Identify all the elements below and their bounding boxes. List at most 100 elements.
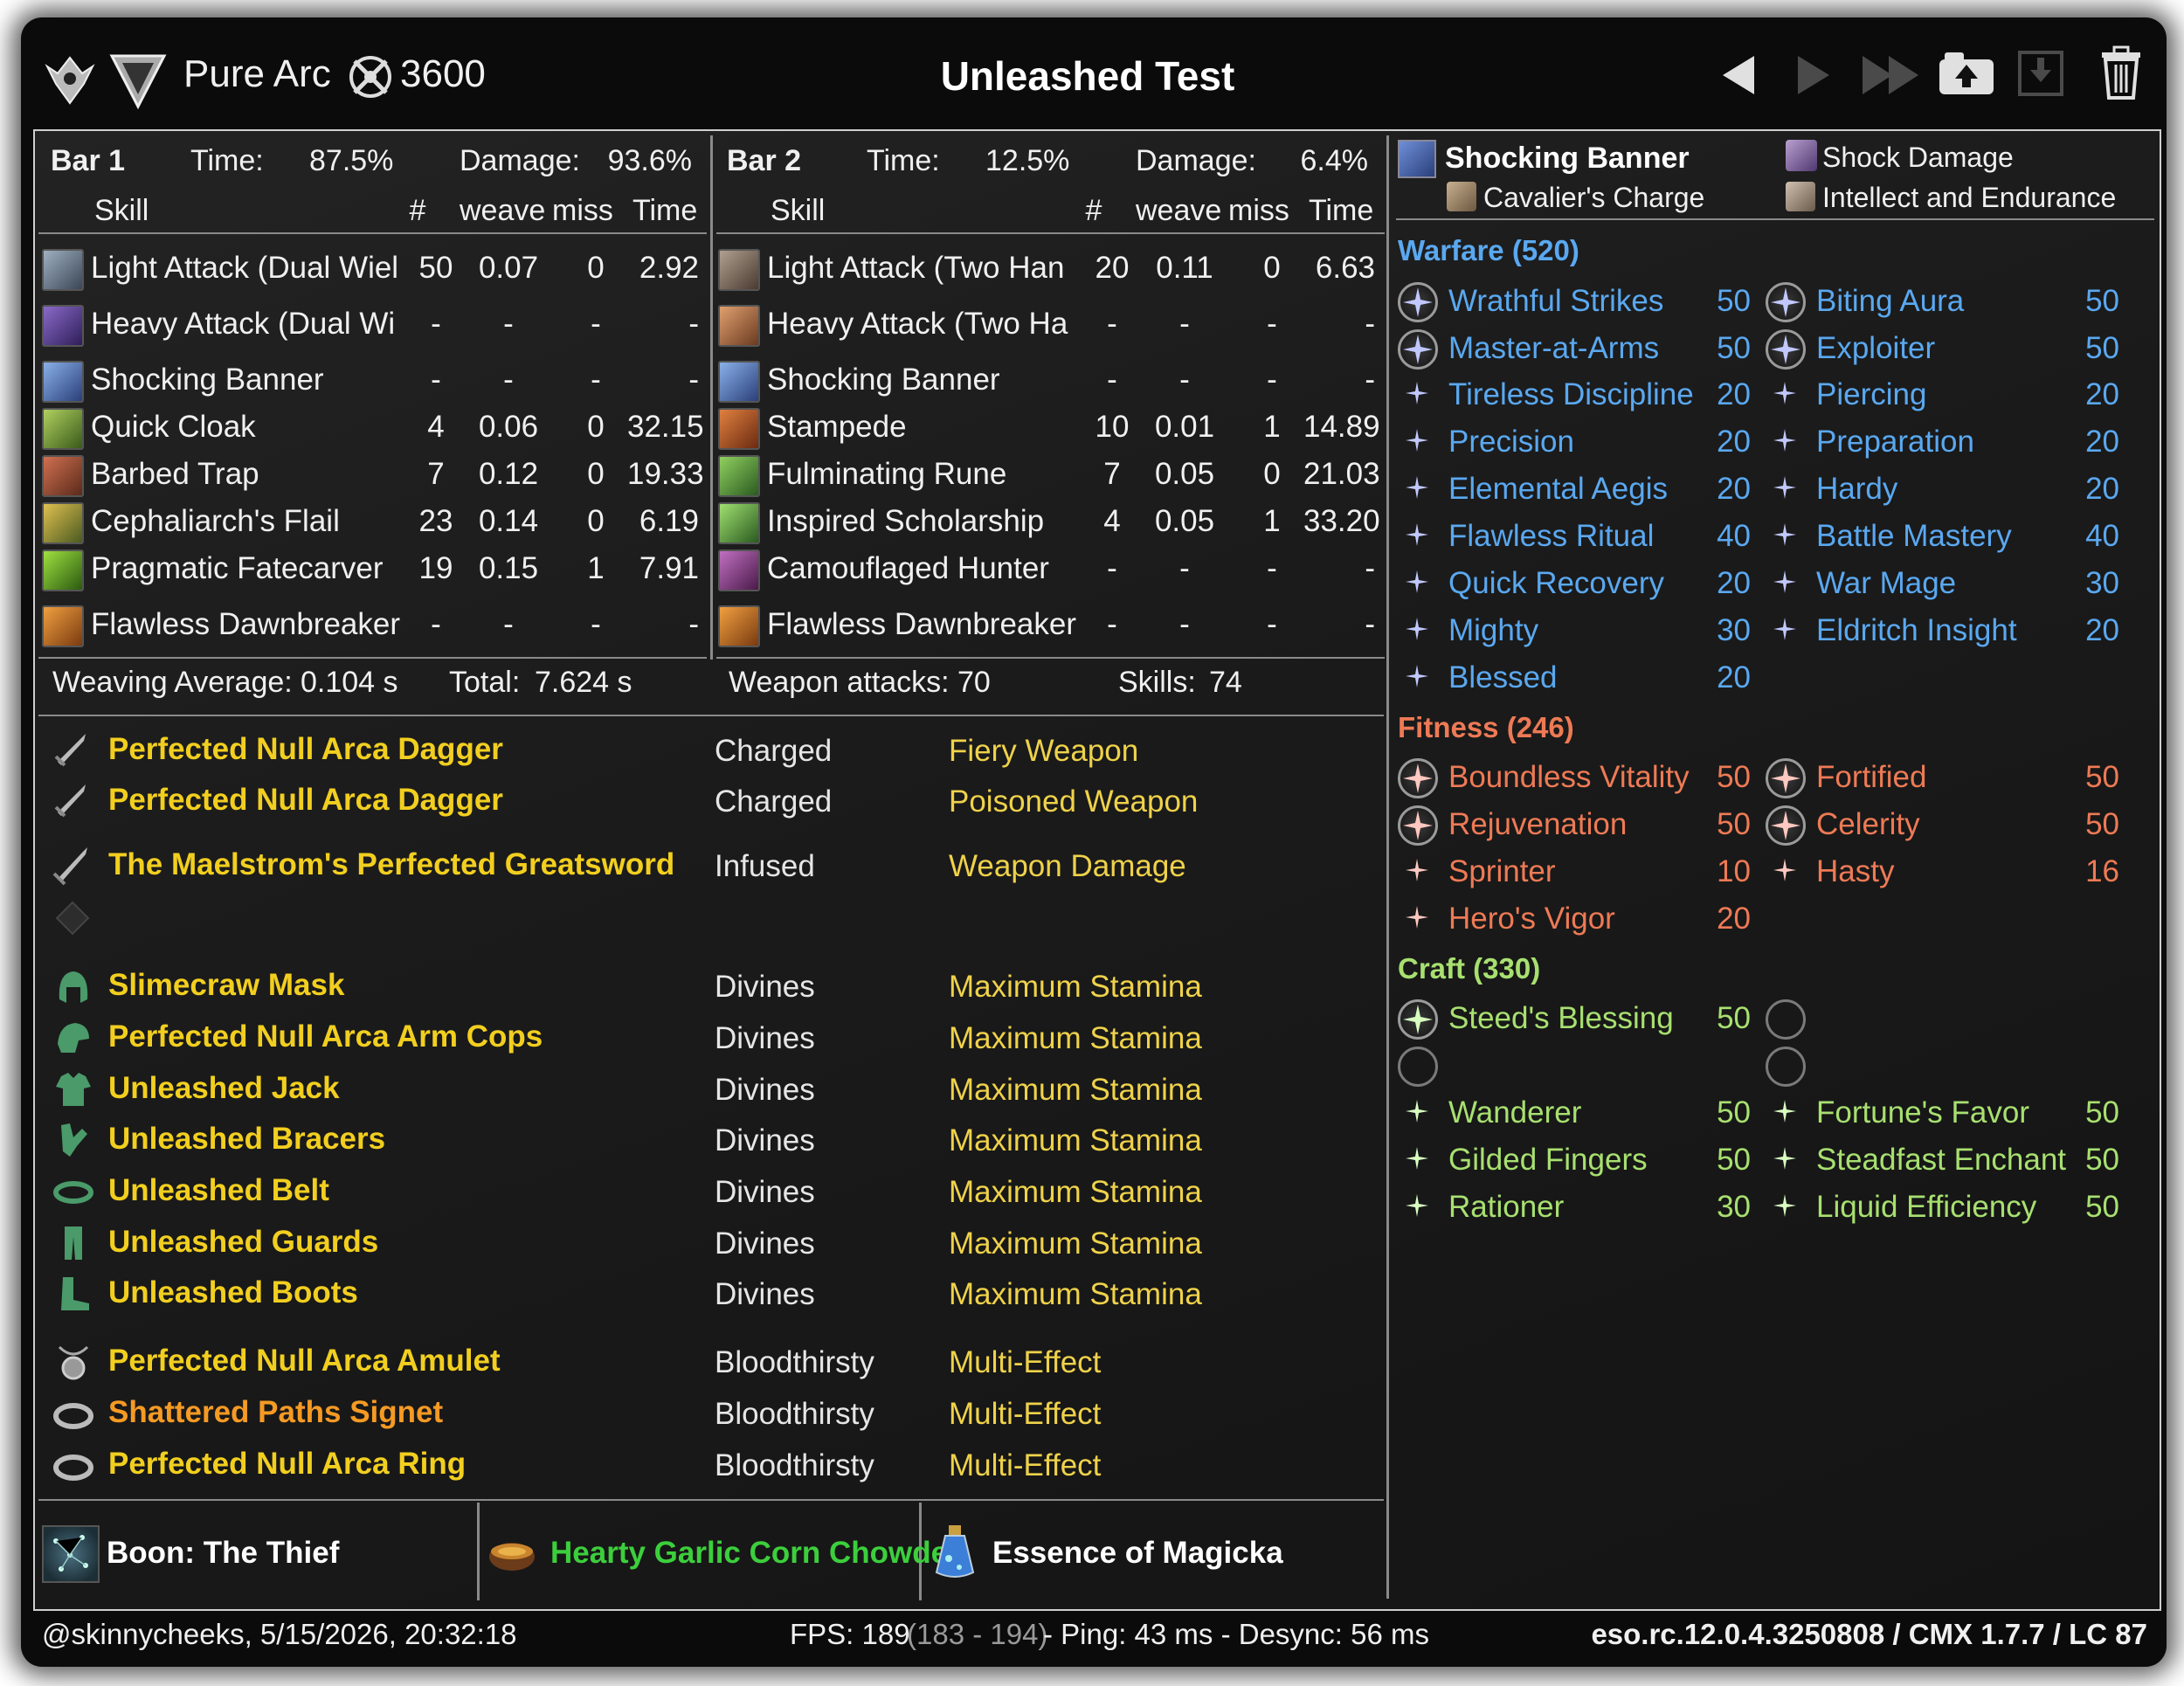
cp-star-icon (1405, 428, 1429, 453)
bar2-col-time: Time (1309, 194, 1374, 227)
cp-star-name: Rejuvenation (1448, 807, 1628, 841)
cp-star-name: War Mage (1816, 566, 1957, 600)
gear-enchant: Maximum Stamina (949, 1021, 1202, 1055)
cp-star-name: Flawless Ritual (1448, 519, 1655, 553)
weapon-attacks-value: 70 (957, 666, 991, 699)
gear-trait: Infused (715, 849, 815, 883)
cp-star-value: 50 (2085, 760, 2119, 794)
bar2-label: Bar 2 (727, 144, 802, 177)
consumables-divider-1 (477, 1503, 480, 1600)
bar1-col-miss: miss (552, 194, 613, 227)
skill-name: Camouflaged Hunter (767, 551, 1049, 585)
cp-empty-slot-icon[interactable] (1766, 1047, 1806, 1087)
cp-star-value: 50 (1717, 1095, 1751, 1130)
skill-weave: - (503, 307, 514, 341)
cp-star-value: 30 (1717, 613, 1751, 647)
gear-enchant: Poisoned Weapon (949, 784, 1199, 819)
cp-star-icon (1405, 570, 1429, 594)
gear-enchant: Maximum Stamina (949, 1073, 1202, 1107)
stampede-icon (718, 408, 760, 450)
bar1-damage-label: Damage: (460, 144, 580, 177)
gear-enchant: Maximum Stamina (949, 1123, 1202, 1157)
bar2-damage-value: 6.4% (1300, 144, 1369, 177)
skill-miss: 0 (587, 410, 605, 444)
skill-count: 20 (1095, 251, 1130, 285)
legs-icon (52, 1223, 94, 1265)
cp-star-value: 50 (1717, 1001, 1751, 1035)
cp-star-icon (1405, 664, 1429, 688)
cp-star-name: Rationer (1448, 1190, 1565, 1224)
skill-count: - (431, 363, 441, 397)
cp-star-value: 20 (1717, 566, 1751, 600)
bar2-col-miss: miss (1228, 194, 1289, 227)
cp-star-value: 20 (1717, 902, 1751, 936)
last-fight-button[interactable] (1857, 49, 1927, 101)
cp-star-name: Wrathful Strikes (1448, 284, 1664, 318)
cp-star-name: Sprinter (1448, 854, 1556, 888)
cp-empty-slot-icon[interactable] (1766, 999, 1806, 1040)
skill-time: - (688, 363, 699, 397)
delete-trash-button[interactable] (2095, 45, 2147, 100)
bars-bottom-rule-2 (716, 657, 1385, 659)
cp-star-icon (1773, 1099, 1797, 1123)
quick-cloak-icon (42, 408, 84, 450)
skill-name: Heavy Attack (Dual Wi (91, 307, 396, 341)
cp-star-name: Precision (1448, 425, 1574, 459)
head-icon (52, 966, 94, 1008)
skill-weave: 0.01 (1154, 410, 1215, 444)
bar2-col-weave: weave (1136, 194, 1222, 227)
cp-star-name: Fortune's Favor (1816, 1095, 2029, 1130)
light-attack-2h-icon (718, 249, 760, 291)
dawnbreaker-icon (718, 605, 760, 647)
fatecarver-icon (42, 549, 84, 591)
cp-slotted-star-icon (1398, 758, 1438, 798)
skill-weave: - (1179, 307, 1190, 341)
cp-star-icon (1405, 522, 1429, 547)
skill-miss: 1 (587, 551, 605, 585)
cp-star-name: Hardy (1816, 472, 1898, 506)
cp-star-icon (1405, 475, 1429, 500)
amulet-icon (52, 1342, 94, 1384)
skill-miss: 0 (587, 457, 605, 491)
skill-time: - (1365, 607, 1375, 641)
skill-name: Shocking Banner (767, 363, 1000, 397)
cp-star-name: Fortified (1816, 760, 1927, 794)
skill-miss: 0 (587, 251, 605, 285)
previous-fight-button[interactable] (1714, 49, 1766, 101)
bar1-label: Bar 1 (51, 144, 126, 177)
scholarship-icon (718, 502, 760, 544)
cp-slot-banner-icon (1398, 140, 1436, 178)
cp-star-value: 50 (1717, 807, 1751, 841)
skill-weave: 0.14 (478, 504, 539, 538)
skills-value: 74 (1209, 666, 1242, 699)
gear-name: Perfected Null Arca Arm Cops (108, 1019, 543, 1054)
shocking-banner-icon (718, 361, 760, 403)
cp-star-icon (1773, 858, 1797, 882)
cp-slotted-star-icon (1398, 805, 1438, 846)
bar1-time-label: Time: (190, 144, 264, 177)
heavy-attack-2h-icon (718, 305, 760, 347)
fulminating-rune-icon (718, 455, 760, 497)
skill-name: Shocking Banner (91, 363, 324, 397)
panel-divider (1386, 135, 1389, 1599)
cp-slotted-star-icon (1766, 282, 1806, 322)
stats-rule (38, 715, 1384, 716)
cp-star-name: Liquid Efficiency (1816, 1190, 2037, 1224)
cp-empty-slot-icon[interactable] (1398, 1047, 1438, 1087)
cp-star-icon (1773, 1146, 1797, 1171)
skill-name: Stampede (767, 410, 907, 444)
gear-name: The Maelstrom's Perfected Greatsword (108, 847, 675, 881)
upload-save-button[interactable] (1936, 47, 1997, 100)
next-fight-button[interactable] (1786, 49, 1838, 101)
gear-enchant: Multi-Effect (949, 1397, 1102, 1431)
skills-label: Skills: (1118, 666, 1196, 699)
skill-weave: 0.12 (478, 457, 539, 491)
skill-name: Light Attack (Two Han (767, 251, 1065, 285)
bar2-time-label: Time: (867, 144, 940, 177)
dagger-icon (52, 730, 94, 772)
cp-star-value: 50 (1717, 331, 1751, 365)
cp-star-name: Preparation (1816, 425, 1974, 459)
build-name: Pure Arc (183, 52, 331, 95)
cp-top-rule (1396, 218, 2154, 220)
load-button[interactable] (2015, 47, 2067, 100)
